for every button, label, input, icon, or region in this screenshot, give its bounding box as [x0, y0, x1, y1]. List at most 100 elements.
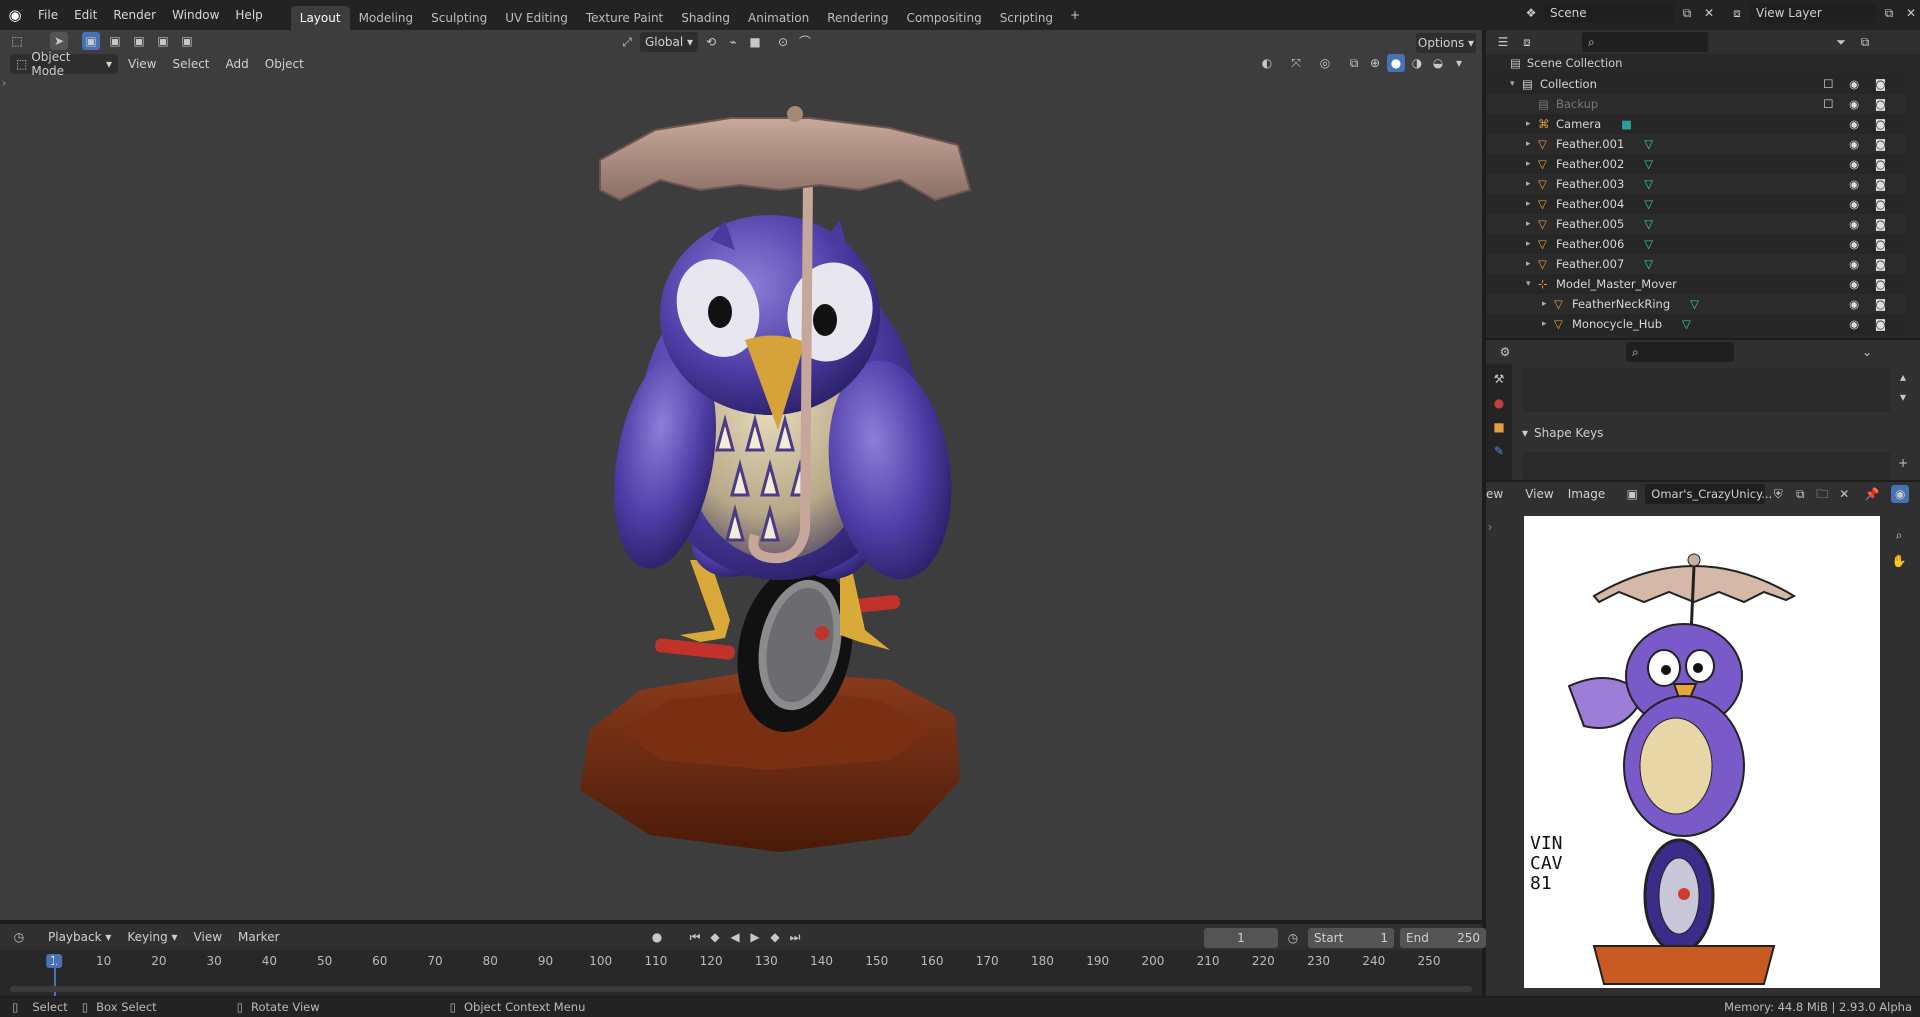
world-tab-icon[interactable]: ● [1490, 394, 1508, 412]
tab-scripting[interactable]: Scripting [991, 6, 1062, 30]
properties-editor-icon[interactable]: ⚙ [1496, 343, 1514, 361]
delete-view-layer-icon[interactable]: ✕ [1902, 4, 1920, 22]
select-extend-icon[interactable]: ▣ [106, 32, 124, 50]
object-data-icon[interactable]: ▽ [1682, 317, 1691, 331]
tab-compositing[interactable]: Compositing [897, 6, 990, 30]
shape-keys-list[interactable] [1522, 452, 1890, 480]
shape-keys-section-header[interactable]: ▾ Shape Keys [1522, 426, 1603, 440]
expand-arrow-icon[interactable]: ▸ [1526, 119, 1538, 129]
viewport-menu-select[interactable]: Select [166, 54, 215, 74]
display-mode-icon[interactable]: ⧈ [1518, 33, 1536, 51]
scene-collection-row[interactable]: ▤ Scene Collection [1510, 56, 1622, 70]
image-canvas[interactable]: VIN CAV 81 [1524, 516, 1880, 988]
expand-arrow-icon[interactable]: ▸ [1526, 159, 1538, 169]
select-tool-icon[interactable]: ➤ [50, 32, 68, 50]
fake-user-icon[interactable]: ⛨ [1769, 485, 1787, 503]
outliner-item[interactable]: ▾ ⊹ Model_Master_Mover ◉ ◙ [1486, 274, 1906, 294]
tool-tab-icon[interactable]: ⚒ [1490, 370, 1508, 388]
outliner-item[interactable]: ▸ ▽ Feather.004 ▽ ◉ ◙ [1486, 194, 1906, 214]
pan-hand-icon[interactable]: ✋ [1890, 552, 1908, 570]
zoom-icon[interactable]: ⌕ [1890, 526, 1908, 544]
overlay-icon[interactable]: ◎ [1316, 54, 1334, 72]
gizmo-toggle-icon[interactable]: ◉ [1891, 485, 1910, 503]
visibility-toggle-icon[interactable]: ☐ ◉ ◙ [1823, 77, 1892, 91]
object-data-icon[interactable]: ▽ [1644, 177, 1653, 191]
view-layer-icon[interactable]: ⧈ [1728, 4, 1746, 22]
expand-arrow-icon[interactable]: ▸ [1526, 259, 1538, 269]
start-frame-field[interactable]: Start 1 [1308, 928, 1394, 948]
tab-layout[interactable]: Layout [290, 6, 350, 30]
new-scene-icon[interactable]: ⧉ [1678, 4, 1696, 22]
end-frame-field[interactable]: End 250 [1400, 928, 1486, 948]
delete-scene-icon[interactable]: ✕ [1700, 4, 1718, 22]
snap-icon[interactable]: ⌁ [724, 33, 742, 51]
timeline-menu-marker[interactable]: Marker [232, 927, 285, 947]
object-data-icon[interactable]: ▽ [1644, 237, 1653, 251]
object-data-icon[interactable]: ▽ [1644, 197, 1653, 211]
expand-arrow-icon[interactable]: ▸ [1526, 179, 1538, 189]
expand-arrow-icon[interactable]: ▾ [1526, 279, 1538, 289]
object-tab-icon[interactable]: ■ [1490, 418, 1508, 436]
scene-icon[interactable]: ❖ [1522, 4, 1540, 22]
jump-end-icon[interactable]: ⏭ [786, 928, 804, 946]
expand-arrow-icon[interactable]: ▸ [1526, 239, 1538, 249]
shading-wireframe-icon[interactable]: ⊕ [1366, 54, 1384, 72]
add-workspace-icon[interactable]: + [1066, 6, 1084, 24]
tab-animation[interactable]: Animation [739, 6, 818, 30]
new-view-layer-icon[interactable]: ⧉ [1880, 4, 1898, 22]
visibility-toggle-icon[interactable]: ◉ ◙ [1849, 137, 1892, 151]
filter-icon[interactable]: ⏷ [1832, 33, 1850, 51]
expand-arrow-icon[interactable]: ▾ [1510, 79, 1522, 89]
tab-rendering[interactable]: Rendering [818, 6, 897, 30]
new-collection-icon[interactable]: ⧉ [1856, 33, 1874, 51]
visibility-icon[interactable]: ◐ [1258, 54, 1276, 72]
object-data-icon[interactable]: ▽ [1644, 217, 1653, 231]
tab-modeling[interactable]: Modeling [350, 6, 423, 30]
outliner-item[interactable]: ▾ ▤ Collection ☐ ◉ ◙ [1486, 74, 1906, 94]
falloff-icon[interactable]: ⌒ [796, 33, 814, 51]
tab-sculpting[interactable]: Sculpting [422, 6, 496, 30]
menu-window[interactable]: Window [164, 3, 227, 27]
timeline-editor-icon[interactable]: ◷ [10, 928, 28, 946]
shading-solid-icon[interactable]: ● [1387, 54, 1405, 72]
timeline-menu-keying[interactable]: Keying ▾ [121, 927, 183, 947]
image-menu-view[interactable]: View [1519, 484, 1559, 504]
outliner-item[interactable]: ▸ ▽ Monocycle_Hub ▽ ◉ ◙ [1486, 314, 1906, 334]
tab-uv-editing[interactable]: UV Editing [496, 6, 577, 30]
outliner-editor-icon[interactable]: ☰ [1494, 33, 1512, 51]
transform-orientation-dropdown[interactable]: Global ▾ [640, 32, 698, 52]
tab-texture-paint[interactable]: Texture Paint [577, 6, 672, 30]
image-menu-image[interactable]: Image [1562, 484, 1612, 504]
outliner-item[interactable]: ▸ ▽ FeatherNeckRing ▽ ◉ ◙ [1486, 294, 1906, 314]
expand-arrow-icon[interactable]: ▸ [1542, 319, 1554, 329]
object-data-icon[interactable]: ▽ [1644, 137, 1653, 151]
visibility-toggle-icon[interactable]: ◉ ◙ [1849, 177, 1892, 191]
preview-range-icon[interactable]: ◷ [1284, 929, 1302, 947]
visibility-toggle-icon[interactable]: ◉ ◙ [1849, 237, 1892, 251]
shading-rendered-icon[interactable]: ◒ [1429, 54, 1447, 72]
scene-field[interactable]: Scene [1544, 3, 1674, 23]
viewport-3d[interactable]: ⬚ ➤ ▣ ▣ ▣ ▣ ▣ ⤢ Global ▾ ⟲ ⌁ ■ ⊙ ⌒ Optio… [0, 30, 1482, 920]
new-image-icon[interactable]: ⧉ [1791, 485, 1809, 503]
shape-key-list[interactable] [1522, 368, 1890, 412]
menu-file[interactable]: File [30, 3, 66, 27]
visibility-toggle-icon[interactable]: ◉ ◙ [1849, 157, 1892, 171]
viewport-menu-add[interactable]: Add [220, 54, 255, 74]
menu-help[interactable]: Help [227, 3, 270, 27]
outliner-item[interactable]: ▸ ▽ Feather.007 ▽ ◉ ◙ [1486, 254, 1906, 274]
open-image-icon[interactable]: 🗀 [1813, 485, 1831, 503]
outliner-item[interactable]: ▸ ▽ Feather.001 ▽ ◉ ◙ [1486, 134, 1906, 154]
select-subtract-icon[interactable]: ▣ [130, 32, 148, 50]
outliner-item[interactable]: ▸ ▽ Feather.003 ▽ ◉ ◙ [1486, 174, 1906, 194]
outliner-item[interactable]: ▤ Backup ☐ ◉ ◙ [1486, 94, 1906, 114]
xray-icon[interactable]: ⧉ [1345, 54, 1363, 72]
timeline-scrollbar[interactable] [10, 986, 1472, 992]
viewport-menu-object[interactable]: Object [259, 54, 310, 74]
modifier-tab-icon[interactable]: ✎ [1490, 442, 1508, 460]
play-icon[interactable]: ▶ [746, 928, 764, 946]
properties-search-input[interactable]: ⌕ [1626, 342, 1734, 362]
visibility-toggle-icon[interactable]: ◉ ◙ [1849, 217, 1892, 231]
outliner-search-input[interactable]: ⌕ [1582, 32, 1708, 52]
pin-icon[interactable]: 📌 [1863, 485, 1881, 503]
tab-shading[interactable]: Shading [672, 6, 739, 30]
